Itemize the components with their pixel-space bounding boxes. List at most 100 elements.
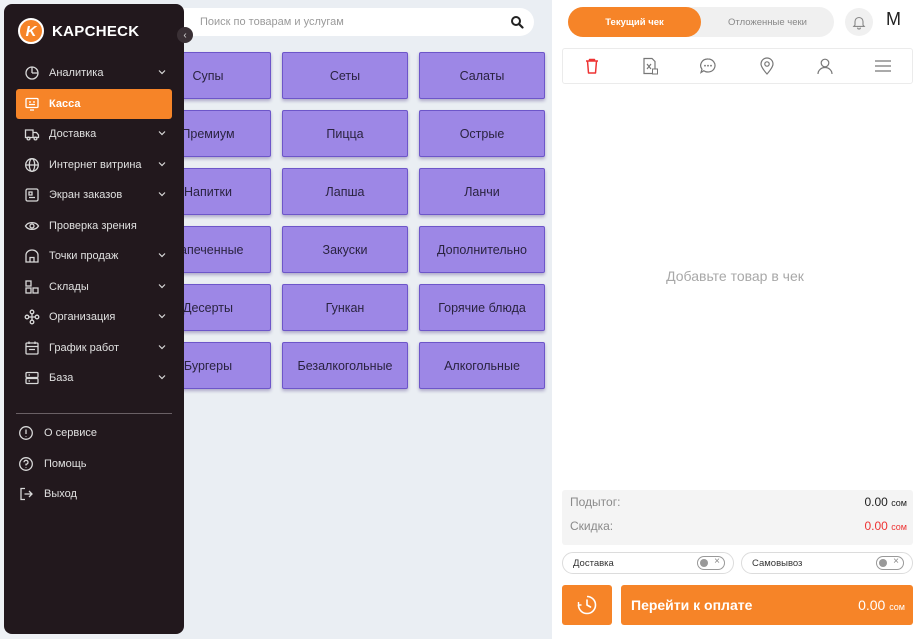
category-button[interactable]: Дополнительно <box>419 226 545 273</box>
sidebar-item-label: Организация <box>49 311 116 324</box>
close-icon: × <box>893 556 899 567</box>
sidebar-item[interactable]: Склады <box>16 272 172 303</box>
pickup-label: Самовывоз <box>752 557 803 569</box>
sidebar-item-label: Касса <box>49 97 81 110</box>
hamburger-menu-icon <box>874 60 891 72</box>
logout-icon <box>20 488 33 501</box>
receipt-totals: Подытог: 0.00 сом Скидка: 0.00 сом <box>562 490 913 545</box>
collapse-sidebar-button[interactable]: ‹ <box>177 27 193 43</box>
tab-deferred-receipts[interactable]: Отложенные чеки <box>701 7 834 37</box>
category-button[interactable]: Алкогольные <box>419 342 545 389</box>
sidebar-divider <box>16 413 172 414</box>
pickup-switch[interactable]: × <box>876 556 904 570</box>
map-pin-icon <box>759 57 774 75</box>
sidebar-item[interactable]: Касса <box>16 88 172 119</box>
delivery-switch[interactable]: × <box>697 556 725 570</box>
warehouse-icon <box>25 280 39 294</box>
sidebar-item[interactable]: Помощь <box>16 449 172 480</box>
sidebar-item[interactable]: Интернет витрина <box>16 150 172 181</box>
notifications-button[interactable] <box>845 8 873 36</box>
location-button[interactable] <box>755 54 779 78</box>
category-button[interactable]: Острые <box>419 110 545 157</box>
subtotal-label: Подытог: <box>570 495 621 509</box>
sidebar-item-label: Склады <box>49 280 89 293</box>
calendar-icon <box>25 341 39 355</box>
sidebar-item[interactable]: График работ <box>16 333 172 364</box>
discount-row: Скидка: 0.00 сом <box>562 514 913 538</box>
category-button[interactable]: Горячие блюда <box>419 284 545 331</box>
excel-export-button[interactable] <box>638 54 662 78</box>
sidebar-item-label: О сервисе <box>44 427 97 440</box>
sidebar-item[interactable]: О сервисе <box>16 418 172 449</box>
category-button[interactable]: Закуски <box>282 226 408 273</box>
category-button[interactable]: Лапша <box>282 168 408 215</box>
receipt-toolbar <box>562 48 913 84</box>
proceed-to-payment-button[interactable]: Перейти к оплате 0.00 сом <box>621 585 913 625</box>
chevron-down-icon <box>158 344 166 349</box>
chevron-down-icon <box>158 314 166 319</box>
sidebar: K KAPCHECK ‹ Аналитика Касса Доставка Интер… <box>4 4 193 634</box>
database-icon <box>25 372 39 385</box>
discount-label: Скидка: <box>570 519 614 533</box>
search-bar[interactable] <box>160 8 534 36</box>
category-button[interactable]: Ланчи <box>419 168 545 215</box>
sidebar-item[interactable]: База <box>16 363 172 394</box>
chevron-down-icon <box>158 131 166 136</box>
tab-current-receipt[interactable]: Текущий чек <box>568 7 701 37</box>
sidebar-item[interactable]: Организация <box>16 302 172 333</box>
menu-button[interactable] <box>871 54 895 78</box>
brand-logo[interactable]: K KAPCHECK <box>18 18 139 44</box>
search-icon[interactable] <box>510 15 524 29</box>
chat-bubble-icon <box>700 58 716 74</box>
sidebar-item[interactable]: Экран заказов <box>16 180 172 211</box>
sidebar-item[interactable]: Доставка <box>16 119 172 150</box>
sidebar-item[interactable]: Проверка зрения <box>16 211 172 242</box>
sidebar-nav: Аналитика Касса Доставка Интернет витрина Эк… <box>16 58 172 394</box>
sidebar-item-label: Аналитика <box>49 67 104 80</box>
chevron-down-icon <box>158 192 166 197</box>
trash-icon <box>586 58 599 74</box>
sidebar-item-label: Помощь <box>44 457 87 470</box>
help-icon <box>19 456 33 471</box>
sidebar-item[interactable]: Аналитика <box>16 58 172 89</box>
store-icon <box>25 249 39 263</box>
category-button[interactable]: Гункан <box>282 284 408 331</box>
category-button[interactable]: Пицца <box>282 110 408 157</box>
search-input[interactable] <box>160 8 490 36</box>
organization-icon <box>24 309 40 325</box>
category-button[interactable]: Салаты <box>419 52 545 99</box>
receipt-panel: Текущий чек Отложенные чеки M Добавьте т… <box>552 0 918 639</box>
category-button[interactable]: Безалкогольные <box>282 342 408 389</box>
truck-icon <box>24 129 40 141</box>
sidebar-item-label: База <box>49 372 74 385</box>
defer-receipt-button[interactable] <box>562 585 612 625</box>
user-icon <box>817 58 833 75</box>
delivery-label: Доставка <box>573 557 614 569</box>
info-icon <box>19 426 33 441</box>
sidebar-item[interactable]: Точки продаж <box>16 241 172 272</box>
close-icon: × <box>714 556 720 567</box>
sidebar-item-label: Экран заказов <box>49 189 123 202</box>
empty-receipt-message: Добавьте товар в чек <box>666 268 804 284</box>
order-type-toggles: Доставка × Самовывоз × <box>562 552 913 574</box>
subtotal-value: 0.00 сом <box>864 495 908 509</box>
logo-mark: K <box>18 18 44 44</box>
receipt-tabs: Текущий чек Отложенные чеки <box>568 7 834 37</box>
category-button[interactable]: Сеты <box>282 52 408 99</box>
sidebar-bottom-nav: О сервисе Помощь Выход <box>16 418 172 510</box>
chevron-down-icon <box>158 161 166 166</box>
chevron-down-icon <box>158 253 166 258</box>
sidebar-item-label: Доставка <box>49 128 97 141</box>
pickup-toggle-row: Самовывоз × <box>741 552 913 574</box>
customer-button[interactable] <box>813 54 837 78</box>
spreadsheet-icon <box>643 57 659 75</box>
user-avatar[interactable]: M <box>886 9 901 30</box>
category-grid: Супы Сеты Салаты Премиум Пицца Острые Напитки Л… <box>145 52 547 389</box>
pay-label: Перейти к оплате <box>631 597 753 613</box>
chevron-down-icon <box>158 283 166 288</box>
comment-button[interactable] <box>696 54 720 78</box>
sidebar-item[interactable]: Выход <box>16 479 172 510</box>
clock-history-icon <box>577 595 597 615</box>
delete-receipt-button[interactable] <box>580 54 604 78</box>
discount-value: 0.00 сом <box>864 519 908 533</box>
